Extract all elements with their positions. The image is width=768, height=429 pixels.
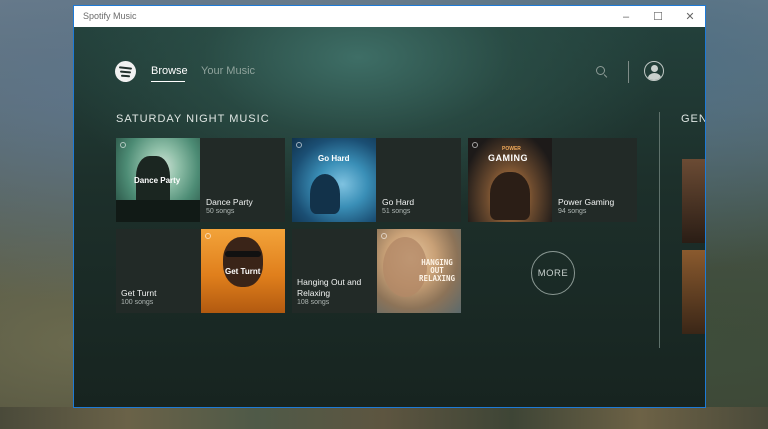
spotify-badge-icon: [296, 142, 302, 148]
spotify-badge-icon: [472, 142, 478, 148]
art-title: Dance Party: [134, 176, 181, 185]
playlist-art: POWER GAMING: [468, 138, 552, 222]
playlist-card-get-turnt[interactable]: Get Turnt 100 songs Get Turnt: [116, 229, 285, 313]
tab-browse[interactable]: Browse: [151, 65, 188, 77]
playlist-name: Dance Party: [206, 197, 253, 207]
playlist-art: Dance Party: [116, 138, 200, 222]
title-bar: Spotify Music – ☐ ✕: [74, 6, 705, 27]
playlist-name: Power Gaming: [558, 197, 615, 207]
playlist-card-go-hard[interactable]: Go Hard Go Hard 51 songs: [292, 138, 461, 222]
window-title: Spotify Music: [83, 11, 137, 21]
playlist-song-count: 51 songs: [382, 208, 411, 215]
tab-active-indicator: [151, 81, 185, 82]
more-button[interactable]: MORE: [531, 251, 575, 295]
spotify-logo-icon[interactable]: [115, 61, 136, 82]
playlist-art: HANGING OUT RELAXING: [377, 229, 461, 313]
playlist-card-power-gaming[interactable]: POWER GAMING Power Gaming 94 songs: [468, 138, 637, 222]
art-title: Go Hard: [318, 154, 350, 163]
next-section-card-preview[interactable]: [682, 250, 705, 334]
playlist-song-count: 94 songs: [558, 208, 587, 215]
section-title: SATURDAY NIGHT MUSIC: [116, 113, 270, 125]
playlist-card-dance-party[interactable]: Dance Party Dance Party 50 songs: [116, 138, 285, 222]
playlist-song-count: 50 songs: [206, 208, 235, 215]
spotify-badge-icon: [120, 142, 126, 148]
art-title: GAMING: [488, 153, 528, 163]
header-divider: [628, 61, 629, 83]
playlist-art: Get Turnt: [201, 229, 285, 313]
spotify-badge-icon: [381, 233, 387, 239]
next-section-card-preview[interactable]: [682, 159, 705, 243]
app-window: Spotify Music – ☐ ✕ Browse Your Music SA…: [73, 5, 706, 408]
next-section-title: GEN: [681, 113, 705, 125]
playlist-name: Go Hard: [382, 197, 415, 207]
avatar[interactable]: [644, 61, 664, 81]
app-content: Browse Your Music SATURDAY NIGHT MUSIC G…: [74, 27, 705, 407]
art-title-top: POWER: [502, 146, 521, 152]
maximize-button[interactable]: ☐: [643, 6, 673, 27]
art-title: HANGING OUT RELAXING: [418, 258, 456, 283]
close-button[interactable]: ✕: [675, 6, 705, 27]
playlist-card-hanging-out[interactable]: Hanging Out and Relaxing 108 songs HANGI…: [292, 229, 461, 313]
playlist-song-count: 100 songs: [121, 299, 154, 306]
art-title: Get Turnt: [225, 267, 261, 276]
playlist-art: Go Hard: [292, 138, 376, 222]
spotify-badge-icon: [205, 233, 211, 239]
tab-your-music[interactable]: Your Music: [201, 65, 255, 77]
minimize-button[interactable]: –: [611, 6, 641, 27]
playlist-name: Hanging Out and Relaxing: [297, 277, 362, 298]
search-icon[interactable]: [596, 66, 605, 75]
playlist-name: Get Turnt: [121, 288, 157, 298]
desktop-wallpaper: [0, 407, 768, 429]
playlist-song-count: 108 songs: [297, 299, 330, 306]
section-divider: [659, 112, 660, 348]
